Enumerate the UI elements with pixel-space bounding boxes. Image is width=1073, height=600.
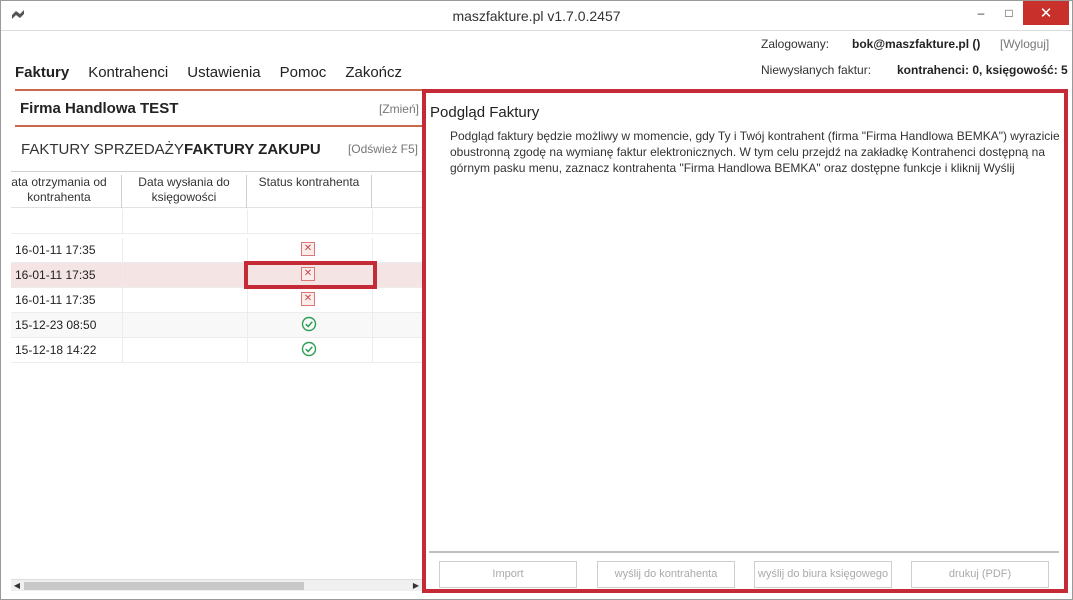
- maximize-button[interactable]: □: [995, 1, 1023, 25]
- cell-received: 15-12-23 08:50: [15, 318, 97, 332]
- scroll-right-icon[interactable]: ▶: [411, 581, 421, 591]
- cell-received: 16-01-11 17:35: [15, 243, 96, 257]
- invoice-tabs: FAKTURY SPRZEDAŻY FAKTURY ZAKUPU [Odświe…: [15, 125, 422, 169]
- company-bar: Firma Handlowa TEST [Zmień]: [15, 89, 422, 125]
- close-button[interactable]: ✕: [1023, 1, 1069, 25]
- cell-received: 15-12-18 14:22: [15, 343, 97, 357]
- main-menu: Faktury Kontrahenci Ustawienia Pomoc Zak…: [15, 64, 421, 81]
- invoice-preview-panel: Podgląd Faktury Podgląd faktury będzie m…: [422, 89, 1068, 593]
- logged-user: bok@maszfakture.pl (): [852, 37, 981, 51]
- preview-message: Podgląd faktury będzie możliwy w momenci…: [450, 129, 1060, 175]
- table-row[interactable]: 16-01-11 17:35 ✕: [11, 263, 422, 288]
- status-error-icon: ✕: [301, 267, 315, 281]
- table-row[interactable]: 15-12-18 14:22: [11, 338, 422, 363]
- table-row[interactable]: 16-01-11 17:35 ✕: [11, 288, 422, 313]
- column-header-received[interactable]: ata otrzymania od kontrahenta: [11, 175, 122, 208]
- scroll-left-icon[interactable]: ◀: [12, 581, 22, 591]
- app-window: maszfakture.pl v1.7.0.2457 – □ ✕ Faktury…: [0, 0, 1073, 600]
- menu-zakoncz[interactable]: Zakończ: [345, 64, 402, 81]
- logged-label: Zalogowany:: [761, 37, 830, 51]
- menu-ustawienia[interactable]: Ustawienia: [187, 64, 260, 81]
- title-bar: maszfakture.pl v1.7.0.2457 – □ ✕: [1, 1, 1072, 31]
- print-pdf-button[interactable]: drukuj (PDF): [911, 561, 1049, 588]
- cell-received: 16-01-11 17:35: [15, 293, 96, 307]
- table-row[interactable]: [11, 209, 422, 234]
- tab-purchase-invoices[interactable]: FAKTURY ZAKUPU: [184, 141, 321, 158]
- send-to-accounting-button[interactable]: wyślij do biura księgowego: [754, 561, 892, 588]
- logout-link[interactable]: [Wyloguj]: [1000, 37, 1049, 51]
- column-header-sent[interactable]: Data wysłania do księgowości: [122, 175, 247, 208]
- status-ok-icon: [301, 341, 317, 357]
- top-bar: Faktury Kontrahenci Ustawienia Pomoc Zak…: [7, 31, 1068, 89]
- divider: [429, 551, 1059, 553]
- preview-title: Podgląd Faktury: [430, 104, 540, 121]
- menu-pomoc[interactable]: Pomoc: [280, 64, 327, 81]
- cell-received: 16-01-11 17:35: [15, 268, 96, 282]
- column-header-status[interactable]: Status kontrahenta: [247, 175, 372, 208]
- horizontal-scrollbar[interactable]: ◀ ▶: [11, 579, 422, 591]
- menu-faktury[interactable]: Faktury: [15, 64, 69, 81]
- menu-kontrahenci[interactable]: Kontrahenci: [88, 64, 168, 81]
- status-error-icon: ✕: [301, 242, 315, 256]
- refresh-link[interactable]: [Odśwież F5]: [348, 142, 418, 156]
- status-error-icon: ✕: [301, 292, 315, 306]
- table-row[interactable]: 15-12-23 08:50: [11, 313, 422, 338]
- tab-sales-invoices[interactable]: FAKTURY SPRZEDAŻY: [21, 141, 184, 158]
- send-to-contractor-button[interactable]: wyślij do kontrahenta: [597, 561, 735, 588]
- window-title: maszfakture.pl v1.7.0.2457: [452, 8, 621, 24]
- scroll-thumb[interactable]: [24, 582, 304, 590]
- grid-header: ata otrzymania od kontrahenta Data wysła…: [11, 172, 422, 208]
- invoice-grid: ata otrzymania od kontrahenta Data wysła…: [11, 171, 422, 579]
- company-name: Firma Handlowa TEST: [20, 100, 179, 117]
- table-row[interactable]: 16-01-11 17:35 ✕: [11, 238, 422, 263]
- import-button[interactable]: Import: [439, 561, 577, 588]
- minimize-button[interactable]: –: [967, 1, 995, 25]
- invoice-list-panel: Firma Handlowa TEST [Zmień] FAKTURY SPRZ…: [7, 89, 422, 591]
- unsent-value: kontrahenci: 0, księgowość: 5: [897, 63, 1068, 77]
- change-company-link[interactable]: [Zmień]: [379, 102, 419, 116]
- status-ok-icon: [301, 316, 317, 332]
- unsent-label: Niewysłanych faktur:: [761, 63, 872, 77]
